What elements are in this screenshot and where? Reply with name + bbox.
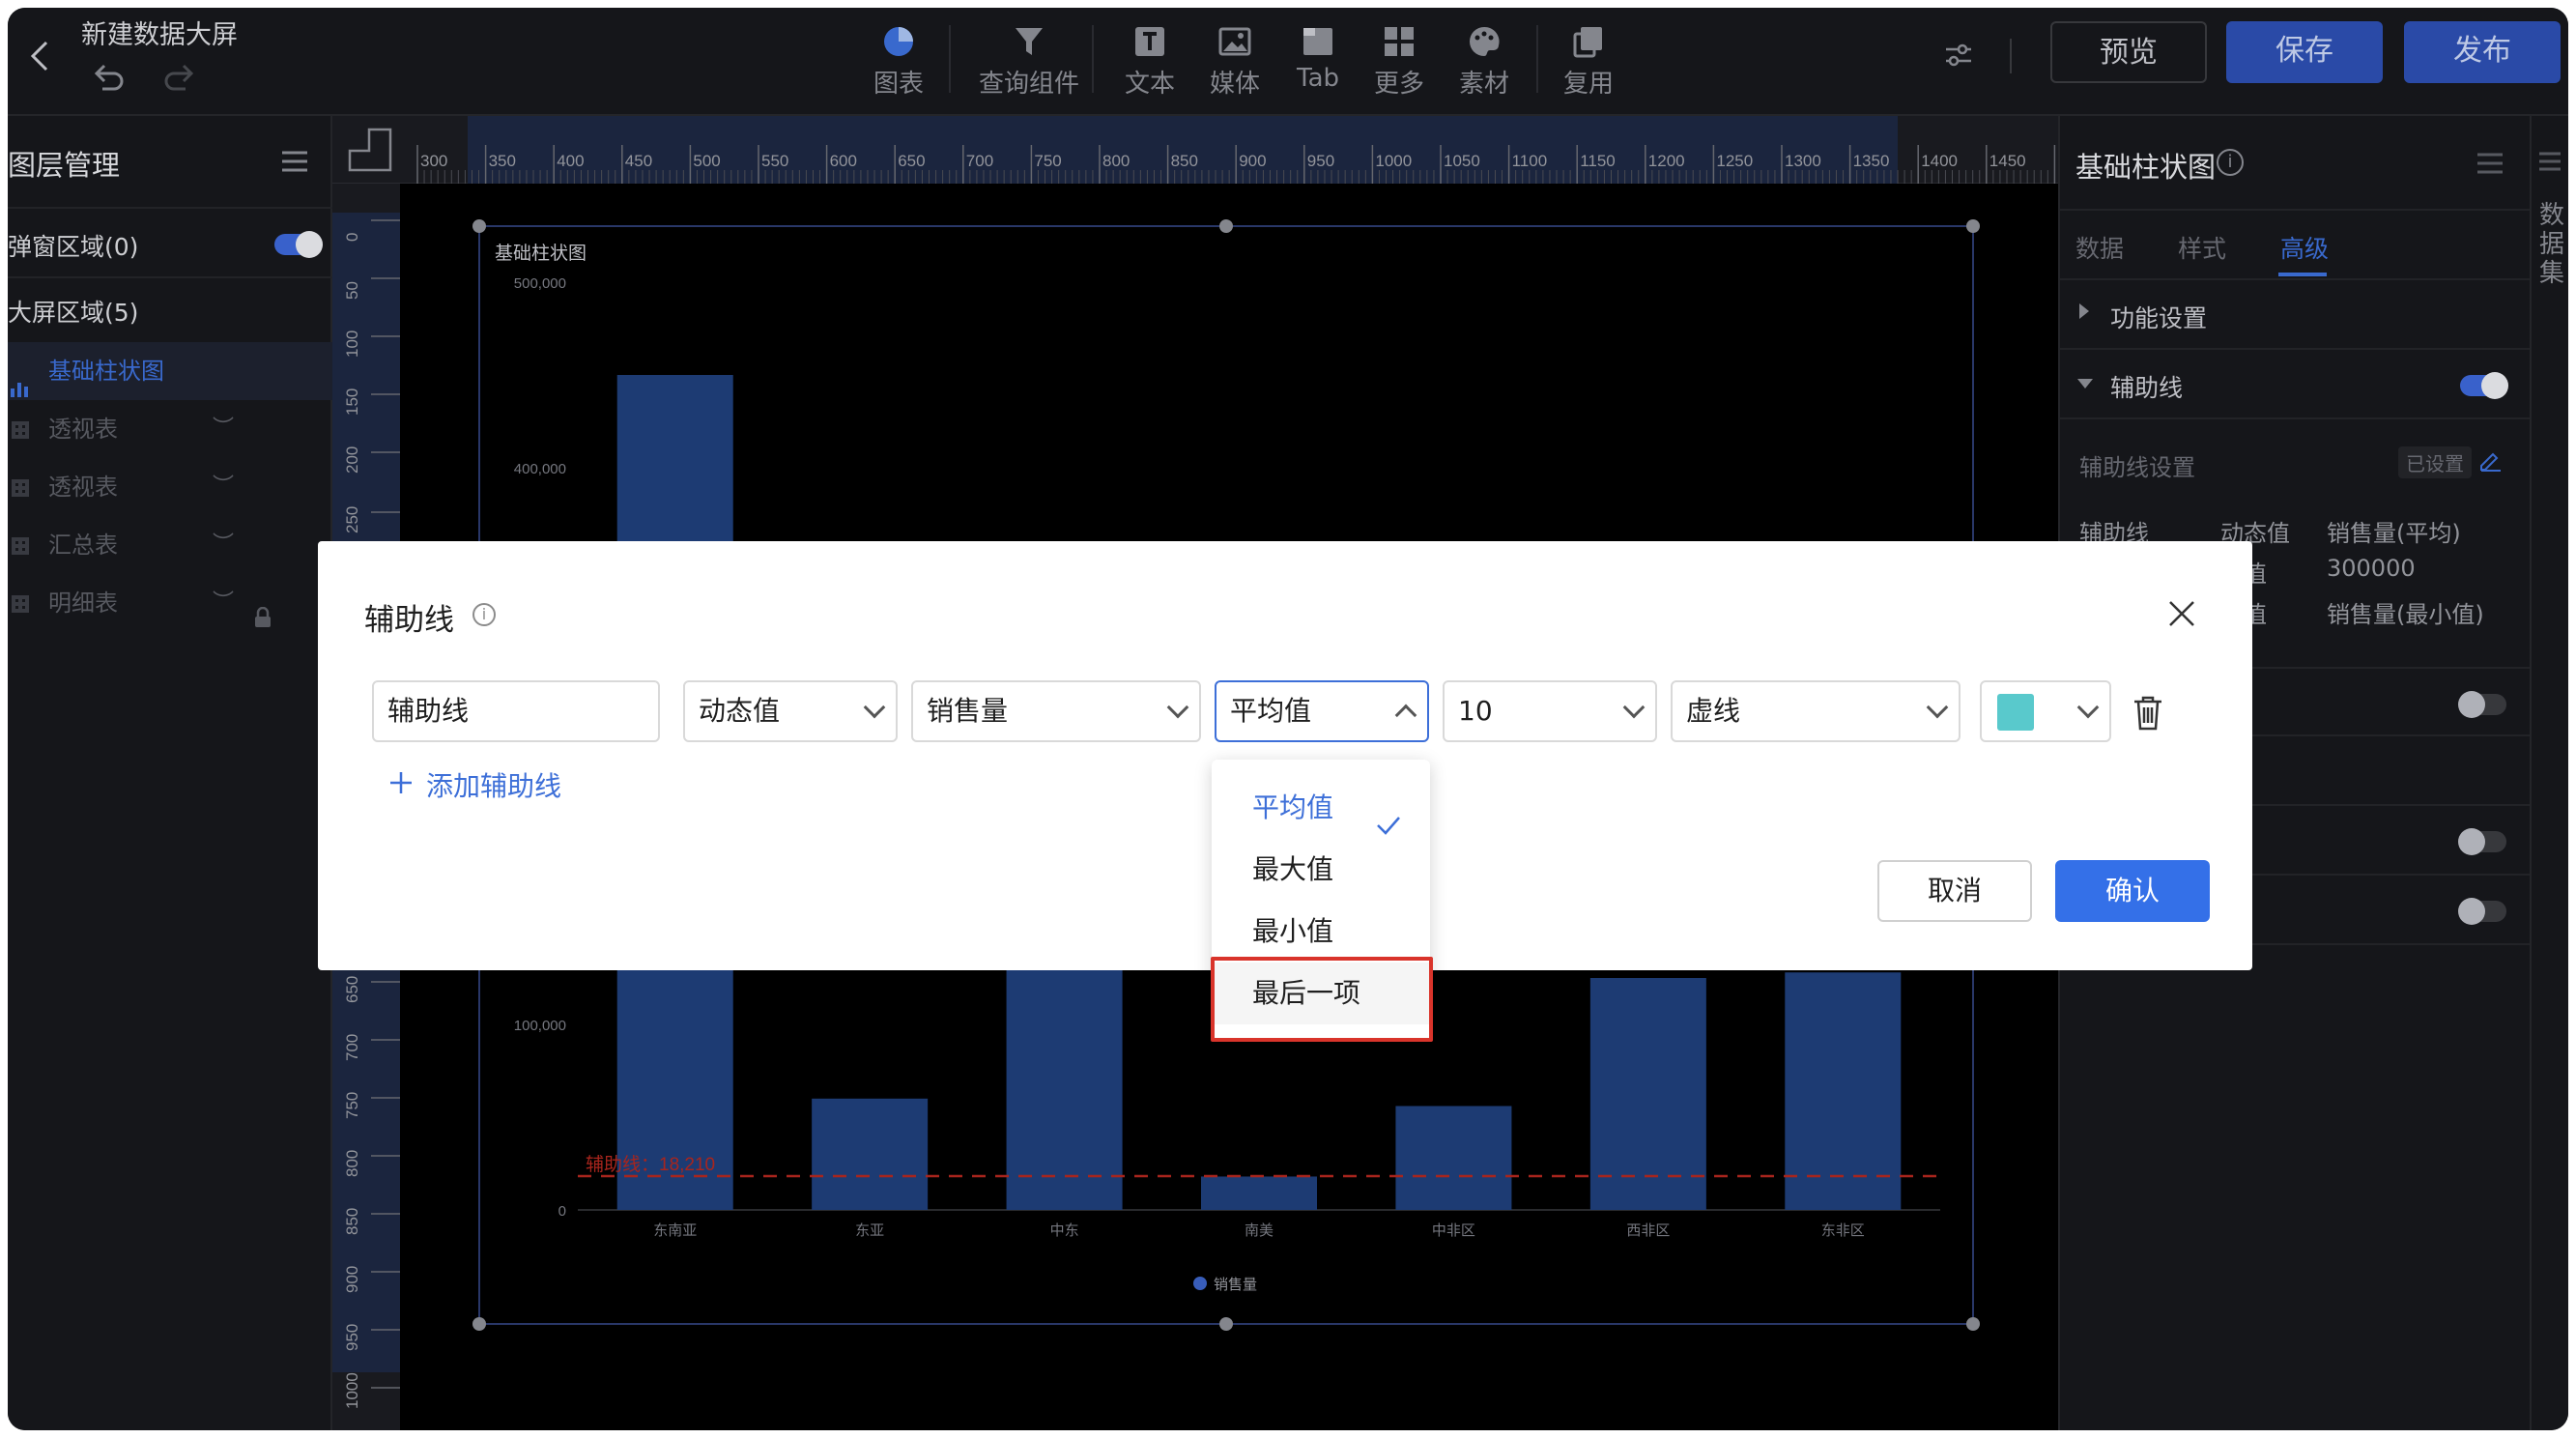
option-max[interactable]: 最大值 — [1212, 839, 1430, 901]
line-style-select[interactable]: 虚线 — [1671, 680, 1961, 742]
plus-icon — [387, 769, 415, 796]
app-window: 新建数据大屏 图表 查询组件 文本 媒体 Tab 更多 素材 复用 预览 保存 … — [8, 8, 2568, 1430]
aux-name-input[interactable]: 辅助线 — [372, 680, 660, 742]
value-type-select[interactable]: 动态值 — [683, 680, 898, 742]
cancel-button[interactable]: 取消 — [1877, 860, 2032, 922]
chevron-up-icon — [1394, 704, 1417, 727]
chevron-down-icon — [2076, 696, 2100, 719]
confirm-button[interactable]: 确认 — [2055, 860, 2210, 922]
option-average[interactable]: 平均值 — [1212, 777, 1430, 839]
color-picker[interactable] — [1980, 680, 2111, 742]
line-width-select[interactable]: 10 — [1443, 680, 1657, 742]
info-icon: i — [472, 603, 496, 626]
option-min[interactable]: 最小值 — [1212, 901, 1430, 963]
chevron-down-icon — [863, 696, 886, 719]
chevron-down-icon — [1166, 696, 1189, 719]
field-select[interactable]: 销售量 — [911, 680, 1201, 742]
color-swatch — [1997, 694, 2034, 731]
delete-icon[interactable] — [2132, 696, 2163, 731]
highlight-box — [1211, 957, 1433, 1042]
chevron-down-icon — [1926, 696, 1949, 719]
dialog-title: 辅助线 — [364, 603, 454, 638]
check-icon — [1376, 796, 1401, 835]
close-icon[interactable] — [2167, 599, 2196, 628]
chevron-down-icon — [1622, 696, 1646, 719]
aggregation-select[interactable]: 平均值 — [1215, 680, 1429, 742]
